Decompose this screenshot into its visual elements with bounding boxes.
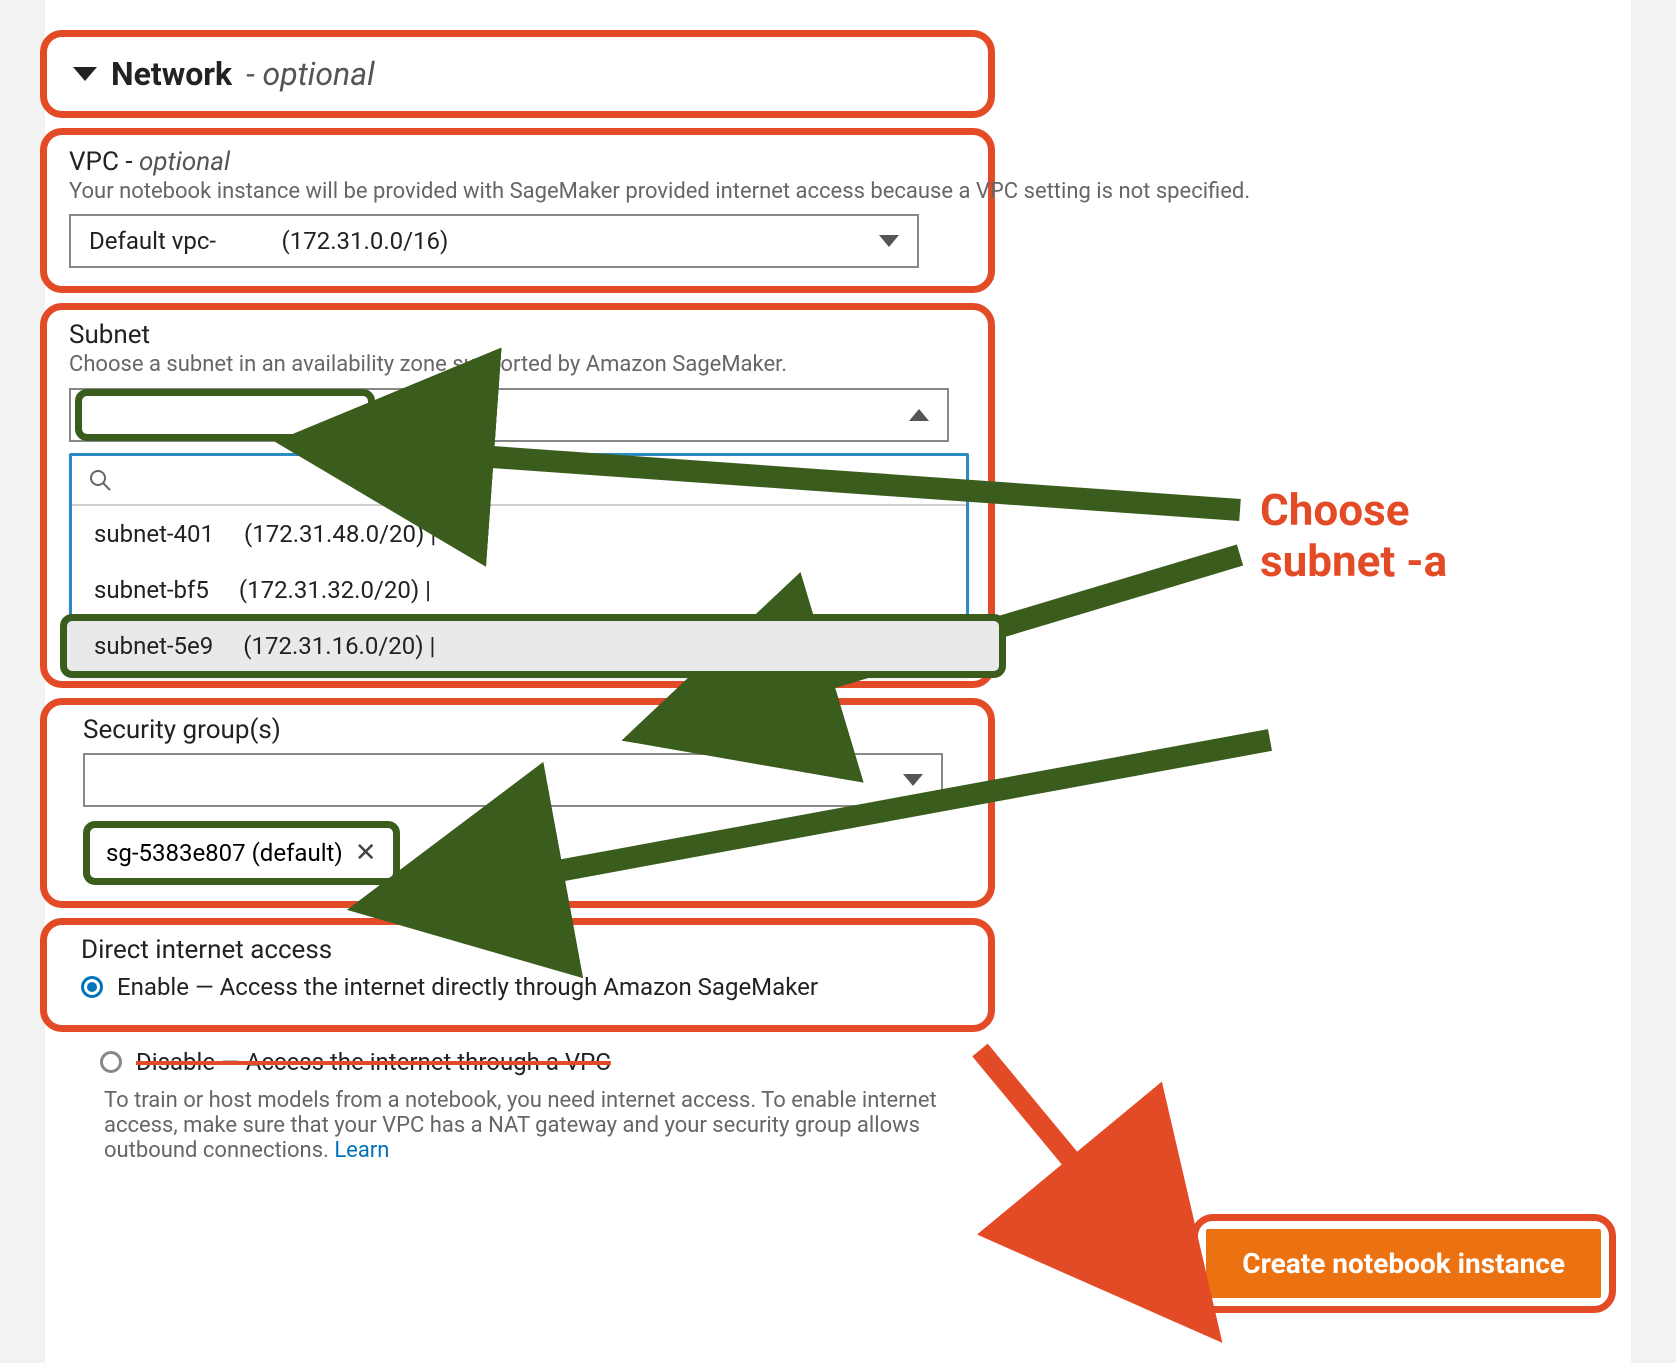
subnet-option-id: subnet-bf5 [94, 576, 209, 604]
vpc-block: VPC - optional Your notebook instance wi… [40, 128, 995, 293]
vpc-selected-value: Default vpc- (172.31.0.0/16) [89, 227, 448, 255]
vpc-select[interactable]: Default vpc- (172.31.0.0/16) [69, 214, 919, 268]
subnet-option-cidr: (172.31.16.0/20) | [243, 632, 435, 660]
radio-unchecked-icon [100, 1051, 122, 1073]
subnet-option-cidr: (172.31.32.0/20) | [239, 576, 431, 604]
internet-disable-help: To train or host models from a notebook,… [100, 1088, 973, 1163]
chevron-down-icon [903, 774, 923, 786]
security-group-chip-text: sg-5383e807 (default) [106, 839, 343, 867]
subnet-option[interactable]: subnet-401 (172.31.48.0/20) | [72, 506, 966, 562]
subnet-dropdown: subnet-401 (172.31.48.0/20) | subnet-bf5… [69, 453, 969, 677]
security-group-chip: sg-5383e807 (default) ✕ [83, 821, 400, 885]
internet-disable-option[interactable]: Disable — Access the internet through a … [100, 1036, 973, 1088]
subnet-help: Choose a subnet in an availability zone … [69, 352, 966, 377]
radio-checked-icon [81, 976, 103, 998]
subnet-option-cidr: (172.31.48.0/20) | [244, 520, 436, 548]
internet-enable-text: Enable — Access the internet directly th… [117, 973, 818, 1001]
disable-help-text: To train or host models from a notebook,… [104, 1088, 937, 1163]
internet-disable-text: Disable — Access the internet through a … [136, 1042, 611, 1082]
section-optional: - optional [246, 55, 375, 93]
subnet-search-row [72, 456, 966, 506]
subnet-option-id: subnet-5e9 [94, 632, 213, 660]
security-group-select[interactable] [83, 753, 943, 807]
remove-chip-icon[interactable]: ✕ [355, 838, 377, 868]
vpc-help-text: Your notebook instance will be provided … [69, 179, 966, 204]
subnet-block: Subnet Choose a subnet in an availabilit… [40, 303, 995, 688]
vpc-label: VPC - optional [69, 147, 966, 177]
vpc-optional: optional [139, 147, 230, 177]
chevron-up-icon [909, 409, 929, 421]
subnet-option-id: subnet-401 [94, 520, 214, 548]
internet-access-block: Direct internet access Enable — Access t… [40, 918, 995, 1032]
subnet-select-trigger[interactable] [69, 388, 949, 442]
subnet-option[interactable]: subnet-bf5 (172.31.32.0/20) | [72, 562, 966, 618]
cta-callout: Create notebook instance [1191, 1214, 1616, 1313]
subnet-label: Subnet [69, 320, 966, 350]
vpc-label-text: VPC - [69, 147, 139, 177]
security-group-label: Security group(s) [83, 715, 966, 745]
search-icon [88, 468, 112, 492]
learn-link[interactable]: Learn [334, 1138, 389, 1163]
security-group-block: Security group(s) sg-5383e807 (default) … [40, 698, 995, 908]
section-title: Network [111, 55, 232, 93]
subnet-search-input[interactable] [122, 466, 950, 494]
create-notebook-button[interactable]: Create notebook instance [1204, 1227, 1603, 1300]
network-section-header[interactable]: Network - optional [40, 30, 995, 118]
internet-access-label: Direct internet access [81, 935, 966, 965]
internet-enable-option[interactable]: Enable — Access the internet directly th… [81, 967, 966, 1007]
subnet-option-highlighted[interactable]: subnet-5e9 (172.31.16.0/20) | [72, 618, 966, 674]
chevron-down-icon [879, 235, 899, 247]
internet-disable-row: Disable — Access the internet through a … [40, 1036, 995, 1163]
annotation-choose-subnet: Choose subnet -a [1260, 485, 1447, 586]
caret-down-icon [73, 67, 97, 81]
